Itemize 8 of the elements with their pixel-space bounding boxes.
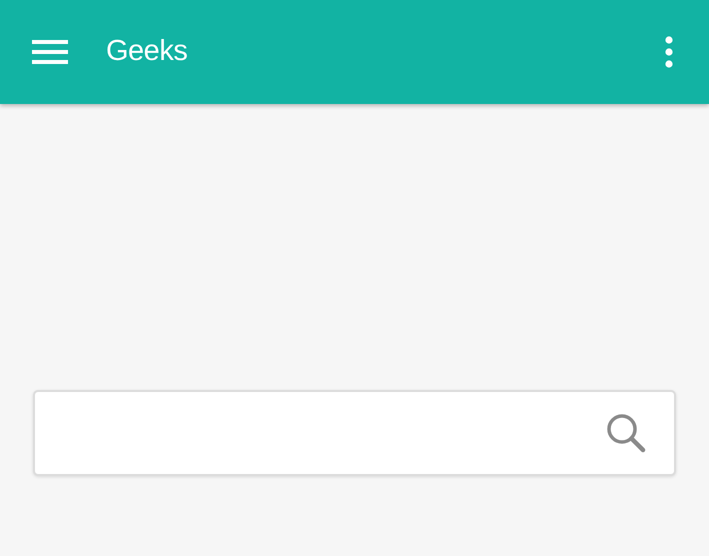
app-title: Geeks [106,34,188,70]
menu-button[interactable] [32,39,68,65]
search-icon [606,413,646,453]
more-options-button[interactable] [665,36,673,68]
search-button[interactable] [606,413,646,453]
search-field[interactable] [33,390,676,476]
more-options-icon [665,36,673,68]
menu-icon [32,39,68,65]
